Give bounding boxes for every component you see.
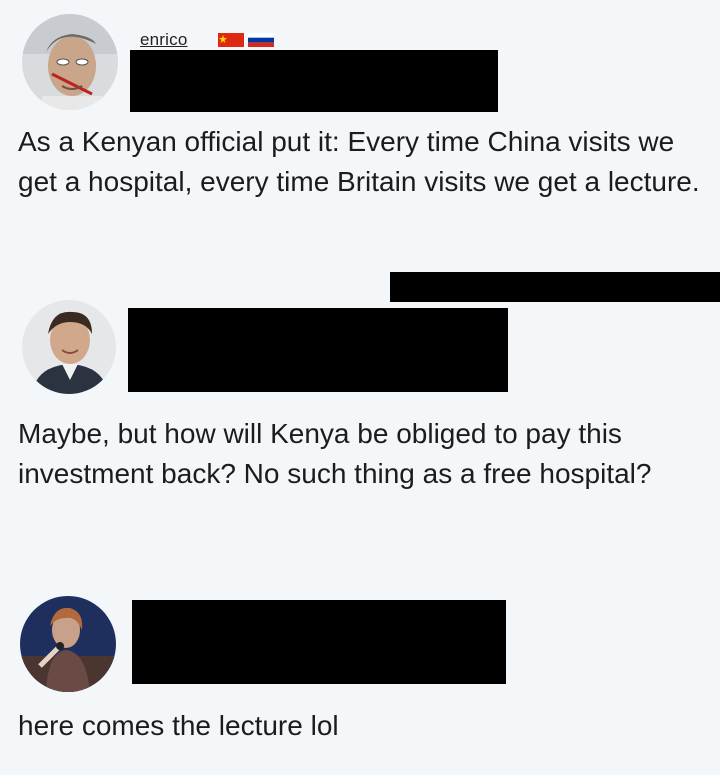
avatar[interactable] bbox=[22, 300, 116, 394]
redaction-bar bbox=[128, 308, 508, 392]
redaction-bar bbox=[390, 272, 720, 302]
redaction-bar bbox=[130, 50, 498, 112]
redaction-bar bbox=[132, 600, 506, 684]
comment-text: here comes the lecture lol bbox=[18, 710, 339, 741]
avatar-enrico[interactable] bbox=[22, 14, 118, 110]
russia-flag-icon bbox=[248, 33, 274, 47]
comment-text: As a Kenyan official put it: Every time … bbox=[18, 126, 700, 197]
comment-text: Maybe, but how will Kenya be obliged to … bbox=[18, 418, 652, 489]
avatar[interactable] bbox=[20, 596, 116, 692]
comment-username[interactable]: enrico bbox=[140, 30, 188, 50]
china-flag-icon bbox=[218, 33, 244, 47]
